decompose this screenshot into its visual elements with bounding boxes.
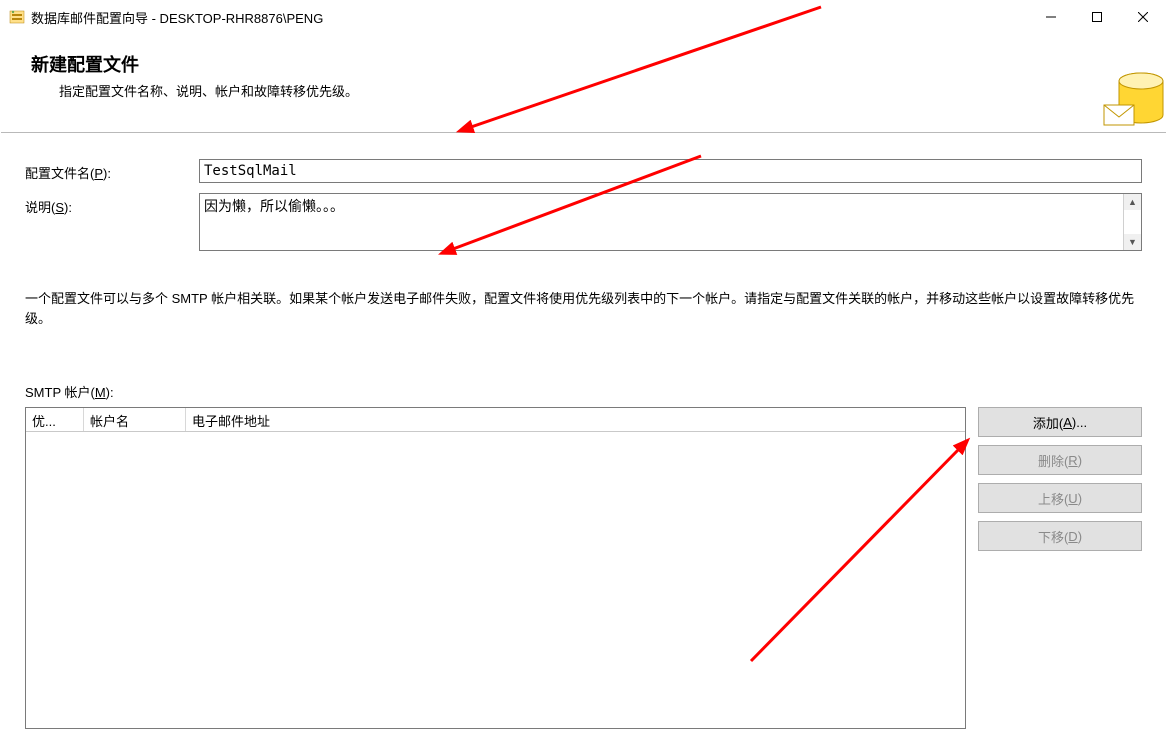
description-row: 说明(S): ▲ ▼ <box>25 193 1142 251</box>
grid-header: 优... 帐户名 电子邮件地址 <box>26 408 965 432</box>
app-icon <box>9 9 25 25</box>
header-db-icon <box>1096 63 1166 133</box>
col-email[interactable]: 电子邮件地址 <box>186 408 965 431</box>
page-title: 新建配置文件 <box>31 51 1136 77</box>
close-button[interactable] <box>1120 1 1166 33</box>
smtp-area: 优... 帐户名 电子邮件地址 添加(A)... 删除(R) 上移(U) 下移(… <box>25 407 1142 729</box>
move-up-button[interactable]: 上移(U) <box>978 483 1142 513</box>
dbmail-config-window: 数据库邮件配置向导 - DESKTOP-RHR8876\PENG 新建配置文件 … <box>0 0 1167 753</box>
textarea-scroll: ▲ ▼ <box>1123 194 1141 250</box>
profile-name-label: 配置文件名(P): <box>25 159 199 182</box>
smtp-accounts-label: SMTP 帐户(M): <box>25 382 1142 401</box>
window-title: 数据库邮件配置向导 - DESKTOP-RHR8876\PENG <box>31 8 323 27</box>
grid-buttons: 添加(A)... 删除(R) 上移(U) 下移(D) <box>978 407 1142 729</box>
description-textarea-wrap: ▲ ▼ <box>199 193 1142 251</box>
add-button[interactable]: 添加(A)... <box>978 407 1142 437</box>
wizard-header: 新建配置文件 指定配置文件名称、说明、帐户和故障转移优先级。 <box>1 33 1166 133</box>
scroll-down-icon[interactable]: ▼ <box>1124 234 1141 250</box>
smtp-accounts-grid[interactable]: 优... 帐户名 电子邮件地址 <box>25 407 966 729</box>
remove-button[interactable]: 删除(R) <box>978 445 1142 475</box>
col-account-name[interactable]: 帐户名 <box>84 408 186 431</box>
profile-name-input[interactable] <box>199 159 1142 183</box>
wizard-content: 配置文件名(P): 说明(S): ▲ ▼ 一个配置文件可以与多个 SMTP 帐户… <box>1 133 1166 729</box>
col-priority[interactable]: 优... <box>26 408 84 431</box>
page-subtitle: 指定配置文件名称、说明、帐户和故障转移优先级。 <box>59 81 1136 100</box>
info-text: 一个配置文件可以与多个 SMTP 帐户相关联。如果某个帐户发送电子邮件失败，配置… <box>25 289 1142 328</box>
description-label: 说明(S): <box>25 193 199 216</box>
scroll-up-icon[interactable]: ▲ <box>1124 194 1141 210</box>
window-controls <box>1028 1 1166 33</box>
profile-name-row: 配置文件名(P): <box>25 159 1142 183</box>
minimize-button[interactable] <box>1028 1 1074 33</box>
titlebar: 数据库邮件配置向导 - DESKTOP-RHR8876\PENG <box>1 1 1166 33</box>
move-down-button[interactable]: 下移(D) <box>978 521 1142 551</box>
description-input[interactable] <box>200 194 1123 250</box>
maximize-button[interactable] <box>1074 1 1120 33</box>
